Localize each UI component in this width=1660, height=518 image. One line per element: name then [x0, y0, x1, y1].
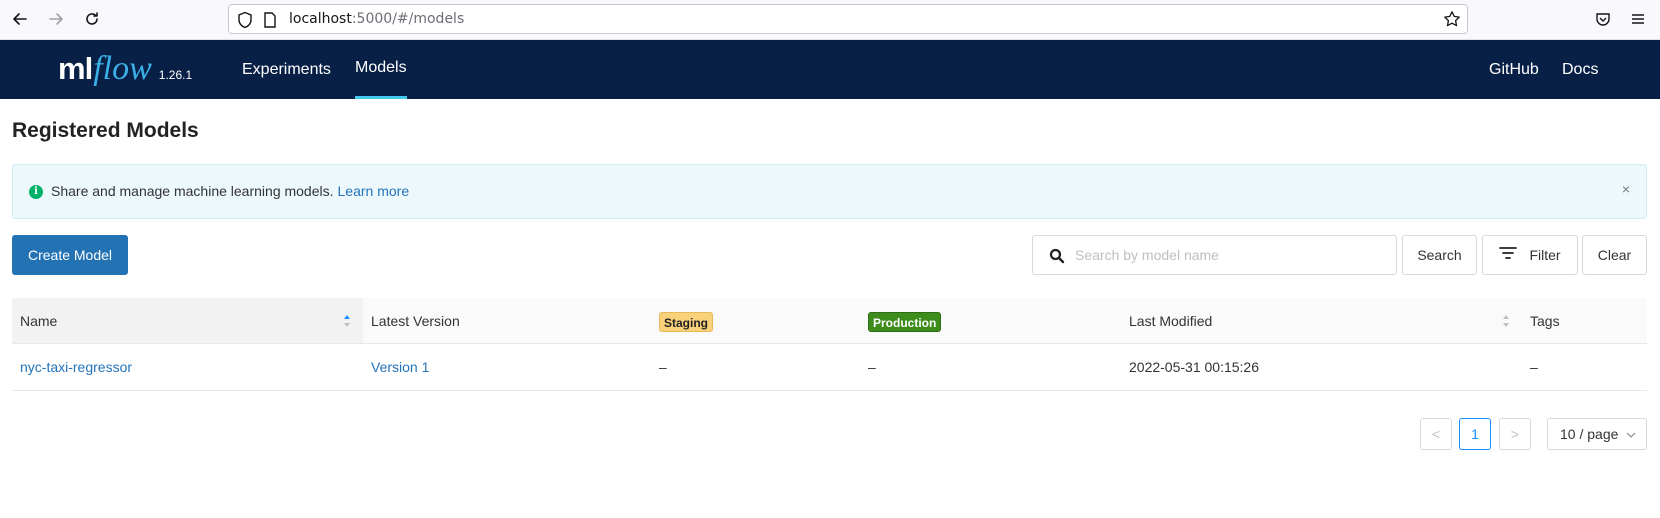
learn-more-link[interactable]: Learn more: [338, 183, 410, 199]
info-icon: i: [29, 185, 43, 199]
table-row: nyc-taxi-regressor Version 1 – – 2022-05…: [12, 344, 1647, 391]
page-icon: [263, 12, 277, 33]
shield-icon[interactable]: [237, 11, 253, 34]
alert-message: Share and manage machine learning models…: [51, 183, 334, 199]
bookmark-star-icon[interactable]: [1443, 10, 1461, 33]
sort-icon[interactable]: [1502, 314, 1510, 333]
model-version-link[interactable]: Version 1: [371, 344, 429, 390]
col-name[interactable]: Name: [20, 298, 57, 343]
browser-toolbar: localhost:5000/#/models: [0, 0, 1660, 40]
prev-page-button[interactable]: <: [1420, 418, 1452, 450]
search-button[interactable]: Search: [1402, 235, 1477, 275]
url-text[interactable]: localhost:5000/#/models: [289, 11, 464, 27]
create-model-button[interactable]: Create Model: [12, 235, 128, 275]
clear-button[interactable]: Clear: [1582, 235, 1647, 275]
back-icon[interactable]: [9, 8, 31, 30]
menu-icon[interactable]: [1627, 8, 1649, 30]
production-badge: Production: [868, 312, 942, 333]
nav-github[interactable]: GitHub: [1489, 40, 1539, 99]
chevron-down-icon: [1626, 419, 1636, 449]
search-box: [1032, 235, 1397, 275]
nav-docs[interactable]: Docs: [1562, 40, 1598, 99]
staging-badge: Staging: [659, 312, 713, 333]
tags-value: –: [1530, 359, 1538, 375]
info-alert: i Share and manage machine learning mode…: [12, 164, 1647, 219]
last-modified-value: 2022-05-31 00:15:26: [1129, 359, 1259, 375]
model-name-link[interactable]: nyc-taxi-regressor: [20, 344, 132, 390]
sort-icon[interactable]: [343, 314, 351, 333]
search-icon: [1049, 248, 1065, 269]
col-tags: Tags: [1530, 313, 1560, 329]
pocket-icon[interactable]: [1592, 8, 1614, 30]
col-latest-version: Latest Version: [371, 313, 460, 329]
page-1-button[interactable]: 1: [1459, 418, 1491, 450]
staging-value: –: [659, 359, 667, 375]
page-size-select[interactable]: 10 / page: [1547, 418, 1647, 450]
search-input[interactable]: [1075, 244, 1375, 266]
models-table: Name Latest Version Staging Production L…: [12, 298, 1647, 391]
mlflow-logo[interactable]: ml flow 1.26.1: [58, 50, 192, 90]
version-label: 1.26.1: [158, 68, 193, 82]
app-header: ml flow 1.26.1 Experiments Models GitHub…: [0, 40, 1660, 99]
filter-button[interactable]: Filter: [1482, 235, 1578, 275]
nav-models[interactable]: Models: [355, 40, 407, 99]
col-last-modified[interactable]: Last Modified: [1129, 298, 1212, 343]
address-bar[interactable]: localhost:5000/#/models: [228, 4, 1468, 34]
forward-icon[interactable]: [45, 8, 67, 30]
next-page-button[interactable]: >: [1499, 418, 1531, 450]
nav-experiments[interactable]: Experiments: [242, 40, 331, 99]
reload-icon[interactable]: [81, 8, 103, 30]
production-value: –: [868, 359, 876, 375]
close-icon[interactable]: ×: [1622, 181, 1630, 197]
page-title: Registered Models: [12, 119, 199, 142]
table-header: Name Latest Version Staging Production L…: [12, 298, 1647, 344]
filter-icon: [1499, 236, 1518, 274]
